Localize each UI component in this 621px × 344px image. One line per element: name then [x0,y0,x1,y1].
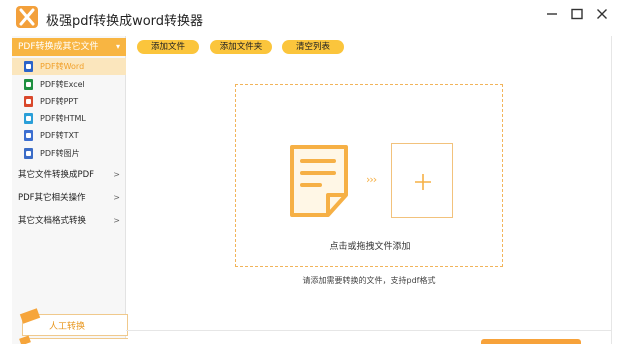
txt-file-icon [24,130,33,141]
sidebar: PDF转换成其它文件 ▾ PDF转Word PDF转Excel PDF转PPT … [12,36,128,344]
sidebar-item-pdf-to-html[interactable]: PDF转HTML [12,110,126,127]
add-file-button[interactable]: 添加文件 [137,40,199,54]
promo-tag-icon [19,308,41,324]
sidebar-item-label: PDF转TXT [40,131,79,140]
sidebar-item-other-format-convert[interactable]: 其它文档格式转换 > [12,211,126,231]
sidebar-item-label: PDF转Word [40,62,85,71]
start-convert-button[interactable] [481,339,581,344]
sidebar-item-label: PDF转图片 [40,149,80,158]
ppt-file-icon [24,96,33,107]
file-drop-zone[interactable]: ››› 点击或拖拽文件添加 [235,84,503,267]
sidebar-item-pdf-other-ops[interactable]: PDF其它相关操作 > [12,188,126,208]
minimize-button[interactable] [541,4,563,24]
excel-file-icon [24,79,33,90]
plus-icon [415,174,431,190]
panel-border [611,36,612,344]
promo-tag-icon [19,335,31,344]
nav-item-label: 其它文件转换成PDF [18,170,95,180]
sidebar-item-label: PDF转Excel [40,80,85,89]
promo-item-partial[interactable] [19,335,128,344]
title-bar: 极强pdf转换成word转换器 [0,0,621,36]
sidebar-item-pdf-to-ppt[interactable]: PDF转PPT [12,93,126,110]
chevron-right-icon: > [113,170,120,179]
sidebar-item-pdf-to-txt[interactable]: PDF转TXT [12,127,126,144]
nav-item-label: 其它文档格式转换 [18,216,87,226]
drop-zone-label: 点击或拖拽文件添加 [329,242,411,252]
minimize-icon [547,13,557,15]
chevron-right-icon: > [113,193,120,202]
app-title: 极强pdf转换成word转换器 [46,14,204,29]
sidebar-item-label: PDF转HTML [40,114,86,123]
arrows-right-icon: ››› [366,173,377,186]
group-header-label: PDF转换成其它文件 [18,42,99,52]
sidebar-item-pdf-to-excel[interactable]: PDF转Excel [12,76,126,93]
manual-convert-label: 人工转换 [49,322,86,332]
bottom-divider [126,330,612,331]
close-icon [597,9,607,19]
chevron-right-icon: > [113,216,120,225]
sidebar-item-pdf-to-word[interactable]: PDF转Word [12,58,126,75]
maximize-icon [571,8,583,20]
add-file-box[interactable] [391,143,453,218]
clear-list-button[interactable]: 清空列表 [282,40,344,54]
close-button[interactable] [591,4,613,24]
word-file-icon [24,61,33,72]
supported-format-hint: 请添加需要转换的文件，支持pdf格式 [302,276,436,285]
chevron-down-icon: ▾ [115,42,120,51]
sidebar-item-other-to-pdf[interactable]: 其它文件转换成PDF > [12,165,126,185]
add-folder-button[interactable]: 添加文件夹 [210,40,272,54]
sidebar-item-pdf-to-image[interactable]: PDF转图片 [12,145,126,162]
nav-item-label: PDF其它相关操作 [18,193,86,203]
sidebar-group-pdf-to-other[interactable]: PDF转换成其它文件 ▾ [12,38,126,56]
document-icon [290,145,348,217]
logo-x-icon [16,6,38,28]
manual-convert-button[interactable]: 人工转换 [19,308,128,336]
html-file-icon [24,113,33,124]
image-file-icon [24,148,33,159]
maximize-button[interactable] [566,4,588,24]
sidebar-item-label: PDF转PPT [40,97,79,106]
